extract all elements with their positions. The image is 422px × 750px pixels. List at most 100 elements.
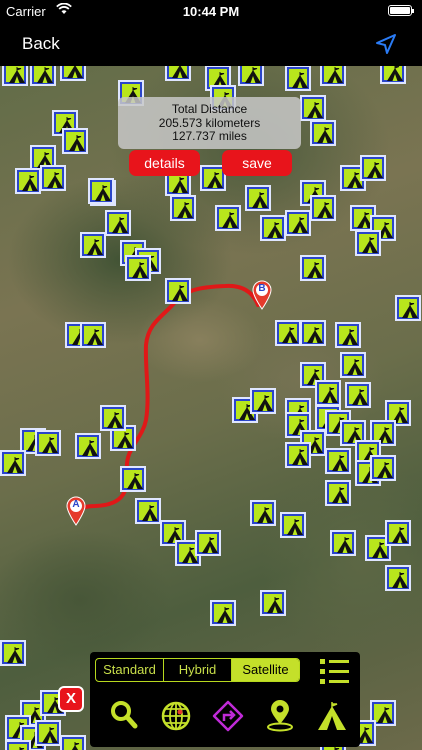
map-toolbar: Standard Hybrid Satellite: [90, 652, 360, 747]
campsite-marker[interactable]: [105, 210, 131, 236]
location-pin-icon[interactable]: [266, 700, 294, 737]
campsite-tent-icon: [339, 326, 358, 345]
campsite-tent-icon: [344, 356, 363, 375]
campsite-marker[interactable]: [285, 65, 311, 91]
campsite-marker[interactable]: [370, 455, 396, 481]
campsite-marker[interactable]: [35, 720, 61, 746]
campsite-tent-icon: [169, 174, 188, 193]
campsite-marker[interactable]: [385, 520, 411, 546]
campsite-tent-icon: [399, 299, 418, 318]
campsite-marker[interactable]: [245, 185, 271, 211]
campsite-marker[interactable]: [250, 500, 276, 526]
campsite-marker[interactable]: [275, 320, 301, 346]
campsite-tent-icon: [4, 644, 23, 663]
campsite-tent-icon: [79, 437, 98, 456]
campsite-tent-icon: [389, 569, 408, 588]
globe-grid-icon[interactable]: [160, 700, 192, 737]
campsite-tent-icon: [124, 470, 143, 489]
campsite-marker[interactable]: [285, 210, 311, 236]
campsite-marker[interactable]: [215, 205, 241, 231]
campsite-marker[interactable]: [195, 530, 221, 556]
campsite-marker[interactable]: [360, 155, 386, 181]
campsite-marker[interactable]: [0, 640, 26, 666]
campsite-icon[interactable]: [316, 700, 348, 737]
campsite-tent-icon: [9, 744, 27, 750]
campsite-marker[interactable]: [325, 480, 351, 506]
campsite-tent-icon: [169, 282, 188, 301]
back-button[interactable]: Back: [22, 34, 60, 54]
campsite-tent-icon: [359, 234, 378, 253]
marker-b[interactable]: B: [252, 280, 272, 315]
campsite-marker[interactable]: [250, 388, 276, 414]
map-type-hybrid[interactable]: Hybrid: [164, 659, 232, 681]
campsite-marker[interactable]: [285, 442, 311, 468]
campsite-marker[interactable]: [100, 405, 126, 431]
marker-a-label: A: [72, 499, 80, 510]
search-icon[interactable]: [110, 700, 138, 735]
campsite-marker[interactable]: [325, 448, 351, 474]
campsite-tent-icon: [129, 259, 148, 278]
campsite-marker[interactable]: [280, 512, 306, 538]
campsite-tent-icon: [329, 484, 348, 503]
campsite-marker[interactable]: [170, 195, 196, 221]
distance-panel: Total Distance 205.573 kilometers 127.73…: [118, 97, 301, 149]
campsite-marker[interactable]: [300, 95, 326, 121]
campsite-tent-icon: [289, 214, 308, 233]
campsite-tent-icon: [174, 199, 193, 218]
map-type-standard[interactable]: Standard: [96, 659, 164, 681]
campsite-tent-icon: [66, 132, 85, 151]
campsite-marker[interactable]: [165, 278, 191, 304]
campsite-marker[interactable]: [135, 498, 161, 524]
campsite-marker[interactable]: [88, 178, 114, 204]
map-type-satellite[interactable]: Satellite: [232, 659, 299, 681]
campsite-marker[interactable]: [310, 195, 336, 221]
campsite-marker[interactable]: [340, 352, 366, 378]
campsite-marker[interactable]: [315, 380, 341, 406]
campsite-marker[interactable]: [35, 430, 61, 456]
campsite-marker[interactable]: [300, 255, 326, 281]
location-arrow-icon[interactable]: [374, 32, 398, 61]
campsite-marker[interactable]: [385, 565, 411, 591]
campsite-marker[interactable]: [260, 215, 286, 241]
status-time: 10:44 PM: [182, 4, 240, 19]
campsite-tent-icon: [6, 64, 25, 83]
directions-icon[interactable]: [212, 700, 244, 737]
list-menu-icon[interactable]: [319, 657, 351, 692]
campsite-tent-icon: [199, 534, 218, 553]
campsite-tent-icon: [109, 214, 128, 233]
campsite-tent-icon: [264, 219, 283, 238]
campsite-tent-icon: [214, 604, 233, 623]
campsite-marker[interactable]: [120, 466, 146, 492]
save-button[interactable]: save: [222, 150, 292, 176]
campsite-marker[interactable]: [355, 230, 381, 256]
campsite-marker[interactable]: [310, 120, 336, 146]
campsite-marker[interactable]: [330, 530, 356, 556]
campsite-marker[interactable]: [80, 322, 106, 348]
campsite-marker[interactable]: [5, 740, 31, 750]
marker-b-label: B: [258, 283, 266, 294]
campsite-marker[interactable]: [62, 128, 88, 154]
campsite-marker[interactable]: [210, 600, 236, 626]
campsite-marker[interactable]: [40, 165, 66, 191]
campsite-marker[interactable]: [335, 322, 361, 348]
map-type-selector: Standard Hybrid Satellite: [95, 658, 300, 682]
campsite-marker[interactable]: [75, 433, 101, 459]
distance-title: Total Distance: [171, 102, 248, 116]
campsite-tent-icon: [289, 69, 308, 88]
campsite-marker[interactable]: [345, 382, 371, 408]
campsite-marker[interactable]: [15, 168, 41, 194]
navigation-bar: Back: [0, 22, 422, 66]
campsite-marker[interactable]: [80, 232, 106, 258]
campsite-marker[interactable]: [0, 450, 26, 476]
campsite-marker[interactable]: [300, 320, 326, 346]
campsite-tent-icon: [279, 324, 298, 343]
campsite-tent-icon: [349, 386, 368, 405]
close-route-button[interactable]: X: [58, 686, 84, 712]
marker-a[interactable]: A: [66, 496, 86, 531]
campsite-marker[interactable]: [125, 255, 151, 281]
campsite-marker[interactable]: [395, 295, 421, 321]
campsite-marker[interactable]: [260, 590, 286, 616]
campsite-marker[interactable]: [60, 735, 86, 750]
campsite-tent-icon: [19, 172, 38, 191]
details-button[interactable]: details: [129, 150, 200, 176]
